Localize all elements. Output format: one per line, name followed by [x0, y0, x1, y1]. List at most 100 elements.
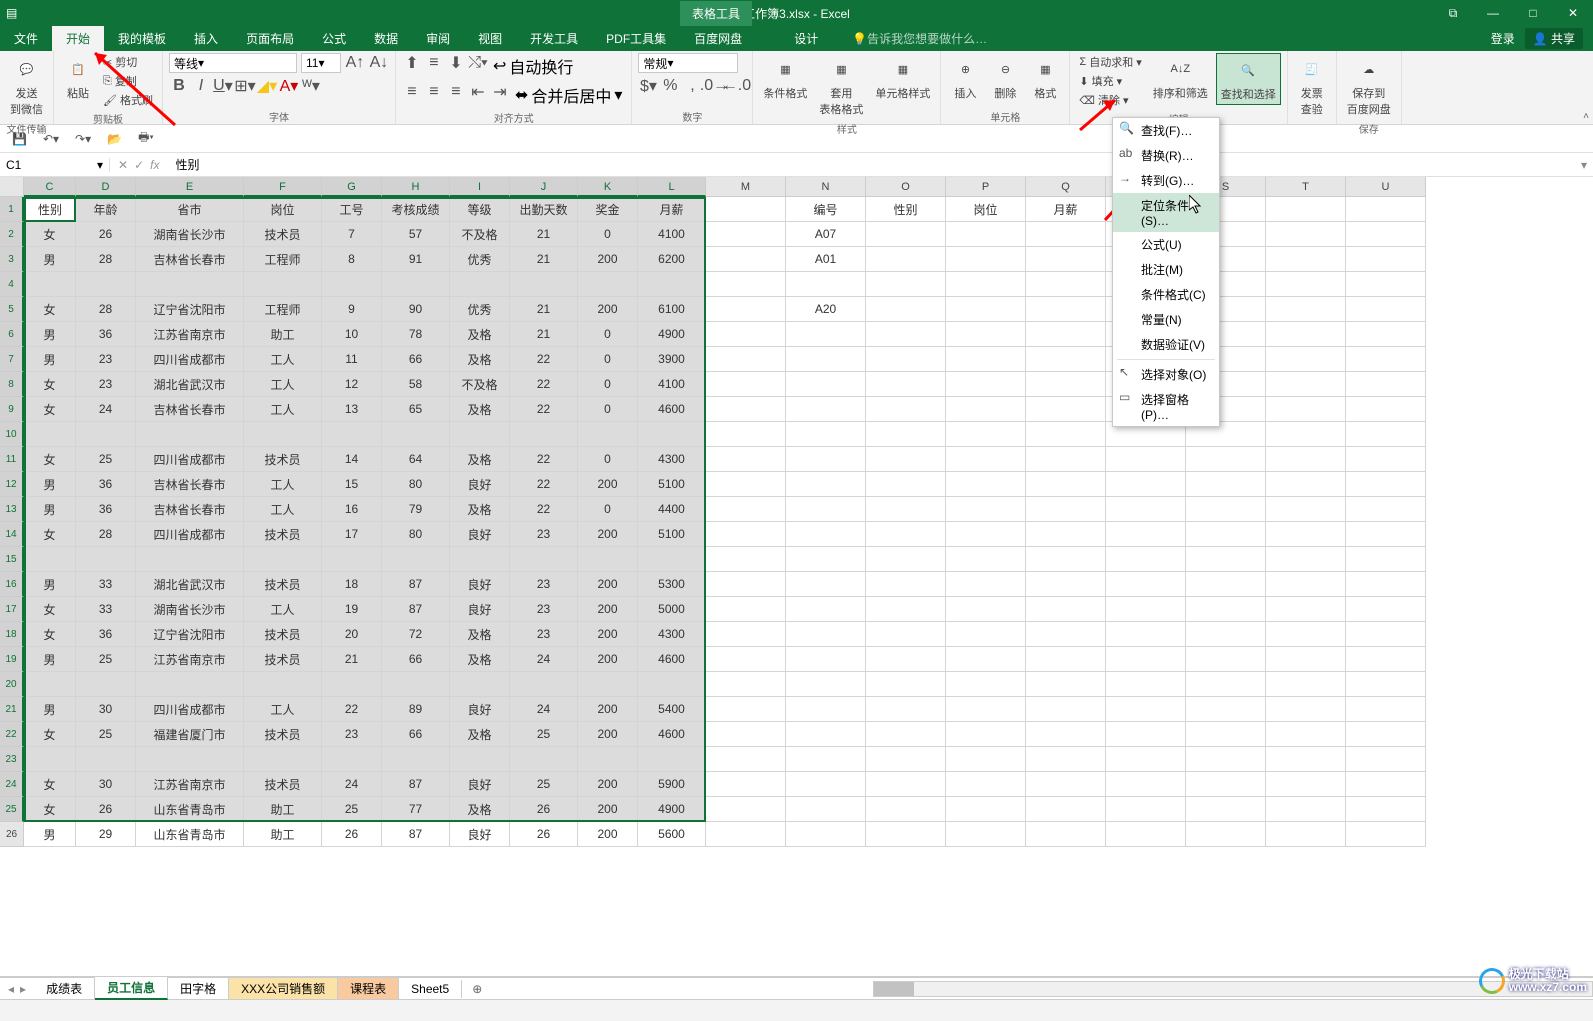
cell[interactable]: 87	[382, 572, 450, 597]
qat-open-icon[interactable]: 📂	[103, 130, 126, 148]
name-box-dropdown-icon[interactable]: ▾	[97, 158, 103, 172]
cell[interactable]: 技术员	[244, 447, 322, 472]
cell[interactable]: 200	[578, 822, 638, 847]
cell[interactable]	[946, 272, 1026, 297]
cell[interactable]: 男	[24, 322, 76, 347]
cell[interactable]	[1266, 747, 1346, 772]
cell[interactable]: 4600	[638, 722, 706, 747]
column-header[interactable]: P	[946, 177, 1026, 197]
cell[interactable]	[76, 547, 136, 572]
maximize-button[interactable]: □	[1513, 0, 1553, 26]
cell[interactable]	[866, 397, 946, 422]
cell[interactable]	[1026, 297, 1106, 322]
cell[interactable]: 8	[322, 247, 382, 272]
cell[interactable]	[1346, 297, 1426, 322]
cell[interactable]: 23	[510, 572, 578, 597]
cell[interactable]: 200	[578, 597, 638, 622]
cell[interactable]	[706, 522, 786, 547]
cell[interactable]: 良好	[450, 597, 510, 622]
cell[interactable]: 性别	[24, 197, 76, 222]
cell[interactable]	[866, 497, 946, 522]
cell[interactable]: A20	[786, 297, 866, 322]
cell[interactable]	[1346, 272, 1426, 297]
cell[interactable]	[1346, 797, 1426, 822]
cell[interactable]	[1266, 422, 1346, 447]
cell[interactable]	[1266, 247, 1346, 272]
cell[interactable]	[706, 472, 786, 497]
sort-filter-button[interactable]: A↓Z排序和筛选	[1149, 53, 1212, 103]
cell[interactable]: 等级	[450, 197, 510, 222]
cell[interactable]	[706, 297, 786, 322]
cell[interactable]	[786, 572, 866, 597]
row-header[interactable]: 18	[0, 622, 24, 647]
cell[interactable]	[866, 597, 946, 622]
cell[interactable]: 9	[322, 297, 382, 322]
cell[interactable]: 山东省青岛市	[136, 822, 244, 847]
cell[interactable]	[1266, 822, 1346, 847]
row-header[interactable]: 10	[0, 422, 24, 447]
cell[interactable]	[1026, 322, 1106, 347]
cell[interactable]: 4400	[638, 497, 706, 522]
cell[interactable]: A07	[786, 222, 866, 247]
menu-validation[interactable]: 数据验证(V)	[1113, 332, 1219, 357]
cell[interactable]	[946, 447, 1026, 472]
cell[interactable]	[1026, 747, 1106, 772]
cell[interactable]	[1346, 597, 1426, 622]
cell[interactable]	[24, 272, 76, 297]
cell[interactable]	[1266, 222, 1346, 247]
cell[interactable]: 5600	[638, 822, 706, 847]
cell[interactable]: 女	[24, 447, 76, 472]
cell[interactable]: 优秀	[450, 247, 510, 272]
minimize-button[interactable]: —	[1473, 0, 1513, 26]
cell[interactable]	[946, 497, 1026, 522]
cell[interactable]: 及格	[450, 347, 510, 372]
cell[interactable]: 33	[76, 597, 136, 622]
cell[interactable]	[1026, 772, 1106, 797]
cell[interactable]: 26	[510, 797, 578, 822]
cell[interactable]	[946, 222, 1026, 247]
cell[interactable]	[1346, 647, 1426, 672]
cell-styles-button[interactable]: ▦单元格样式	[871, 53, 934, 103]
cell[interactable]	[866, 347, 946, 372]
cell[interactable]: 66	[382, 647, 450, 672]
cell[interactable]: 及格	[450, 797, 510, 822]
sheet-tab-employee[interactable]: 员工信息	[95, 977, 168, 1000]
increase-font-icon[interactable]: A↑	[345, 53, 365, 73]
column-header[interactable]: H	[382, 177, 450, 197]
cell[interactable]: 技术员	[244, 722, 322, 747]
row-header[interactable]: 24	[0, 772, 24, 797]
cell[interactable]	[510, 547, 578, 572]
cell[interactable]	[322, 272, 382, 297]
cell[interactable]	[1106, 722, 1186, 747]
scrollbar-thumb[interactable]	[874, 982, 914, 996]
cell[interactable]: 出勤天数	[510, 197, 578, 222]
cell[interactable]	[946, 672, 1026, 697]
cell[interactable]: 女	[24, 397, 76, 422]
cell[interactable]: 0	[578, 447, 638, 472]
cell[interactable]: 23	[510, 597, 578, 622]
cell[interactable]: 21	[510, 322, 578, 347]
cell[interactable]: 及格	[450, 622, 510, 647]
row-header[interactable]: 19	[0, 647, 24, 672]
cell[interactable]: 200	[578, 297, 638, 322]
cell[interactable]	[1186, 597, 1266, 622]
close-button[interactable]: ✕	[1553, 0, 1593, 26]
cell[interactable]	[24, 672, 76, 697]
cell[interactable]	[1106, 472, 1186, 497]
cell[interactable]: 5100	[638, 472, 706, 497]
cell[interactable]	[786, 422, 866, 447]
cell[interactable]: 26	[76, 797, 136, 822]
row-header[interactable]: 2	[0, 222, 24, 247]
cell[interactable]	[1186, 797, 1266, 822]
cell[interactable]: 四川省成都市	[136, 697, 244, 722]
cell[interactable]	[706, 447, 786, 472]
cell[interactable]: 36	[76, 472, 136, 497]
cell[interactable]	[510, 672, 578, 697]
cell[interactable]	[1186, 472, 1266, 497]
cell[interactable]	[1346, 822, 1426, 847]
column-header[interactable]: J	[510, 177, 578, 197]
cell[interactable]: 女	[24, 372, 76, 397]
cell[interactable]	[244, 747, 322, 772]
cell[interactable]: 湖北省武汉市	[136, 572, 244, 597]
tab-design[interactable]: 设计	[780, 26, 832, 51]
